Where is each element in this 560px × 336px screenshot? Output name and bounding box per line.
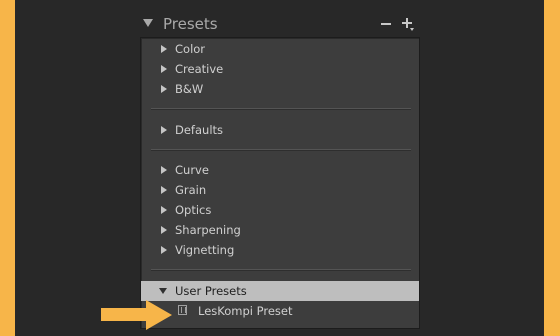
preset-folder-curve[interactable]: Curve xyxy=(141,160,419,180)
panel-title: Presets xyxy=(163,15,218,33)
expand-triangle-icon xyxy=(161,206,167,214)
folder-label: User Presets xyxy=(175,284,247,298)
arrow-head xyxy=(146,300,172,330)
collapse-triangle-icon[interactable] xyxy=(143,19,153,27)
folder-label: Grain xyxy=(175,183,207,197)
folder-label: Vignetting xyxy=(175,243,235,257)
collapse-triangle-icon xyxy=(159,288,167,294)
folder-label: Sharpening xyxy=(175,223,241,237)
presets-list[interactable]: Color Creative B&W Defaults Curve Grain … xyxy=(140,37,420,329)
folder-label: Defaults xyxy=(175,123,224,137)
expand-triangle-icon xyxy=(161,226,167,234)
folder-label: Creative xyxy=(175,62,224,76)
preset-folder-user-presets[interactable]: User Presets xyxy=(141,281,419,301)
preset-folder-defaults[interactable]: Defaults xyxy=(141,120,419,140)
expand-triangle-icon xyxy=(161,85,167,93)
expand-triangle-icon xyxy=(161,186,167,194)
presets-panel-header[interactable]: Presets xyxy=(143,12,419,36)
dropdown-arrow-icon xyxy=(410,28,414,31)
folder-label: Curve xyxy=(175,163,209,177)
arrow-shaft xyxy=(101,308,147,321)
pointer-arrow-annotation xyxy=(101,300,172,330)
divider xyxy=(151,108,411,110)
plus-icon-vertical xyxy=(406,18,408,28)
add-preset-button[interactable] xyxy=(402,17,414,31)
preset-folder-color[interactable]: Color xyxy=(141,39,419,59)
folder-label: B&W xyxy=(175,82,204,96)
folder-label: Color xyxy=(175,42,206,56)
preset-folder-bw[interactable]: B&W xyxy=(141,79,419,99)
expand-triangle-icon xyxy=(161,45,167,53)
remove-preset-button[interactable] xyxy=(381,23,391,25)
expand-triangle-icon xyxy=(161,65,167,73)
preset-label: LesKompi Preset xyxy=(198,304,293,318)
expand-triangle-icon xyxy=(161,246,167,254)
expand-triangle-icon xyxy=(161,166,167,174)
preset-item-leskompi[interactable]: LesKompi Preset xyxy=(141,301,419,321)
preset-file-icon xyxy=(178,305,187,315)
folder-label: Optics xyxy=(175,203,212,217)
preset-folder-creative[interactable]: Creative xyxy=(141,59,419,79)
divider xyxy=(151,149,411,151)
preset-folder-grain[interactable]: Grain xyxy=(141,180,419,200)
preset-folder-sharpening[interactable]: Sharpening xyxy=(141,220,419,240)
preset-folder-vignetting[interactable]: Vignetting xyxy=(141,240,419,260)
preset-folder-optics[interactable]: Optics xyxy=(141,200,419,220)
expand-triangle-icon xyxy=(161,126,167,134)
divider xyxy=(151,269,411,271)
